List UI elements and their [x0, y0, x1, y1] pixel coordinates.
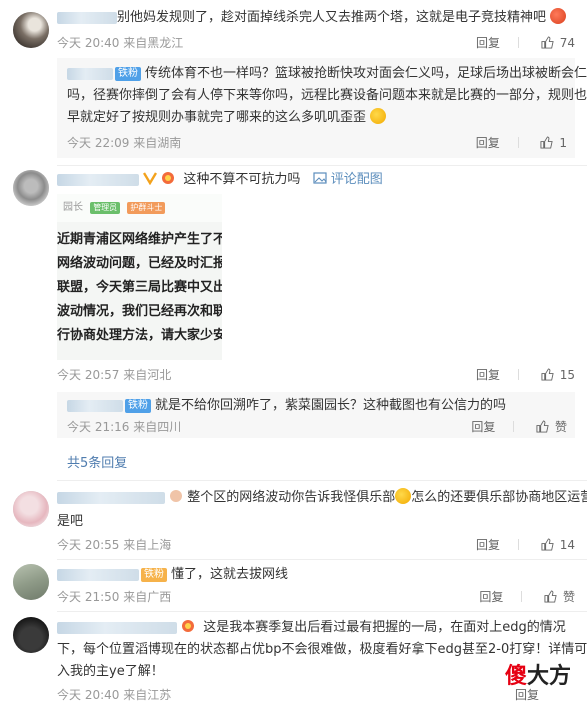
- reply-button[interactable]: 回复: [476, 34, 500, 51]
- comment-meta: 今天 20:55 来自上海: [57, 538, 172, 552]
- comment-actions: 回复 14: [458, 536, 575, 553]
- like-label: 赞: [562, 590, 575, 604]
- reply-button[interactable]: 回复: [479, 588, 503, 605]
- like-button[interactable]: 1: [540, 136, 567, 150]
- comment-body: 这是我本赛季复出后看过最有把握的一局，在面对上edg的情况: [57, 618, 566, 638]
- comment-image[interactable]: 园长 管理员 护群斗士 近期青浦区网络维护产生了不 网络波动问题，已经及时汇报给…: [57, 194, 222, 360]
- fan-badge: 铁粉: [141, 568, 167, 582]
- like-button[interactable]: 15: [541, 368, 575, 382]
- divider: [57, 165, 587, 166]
- divider: [57, 611, 587, 612]
- comment-body: 这种不算不可抗力吗 评论配图: [57, 170, 383, 190]
- comment-body: 铁粉 懂了，这就去拔网线: [57, 565, 288, 585]
- like-count: 15: [559, 367, 575, 382]
- reply-thread: 铁粉 就是不给你回溯咋了，紫菜園园长？这种截图也有公信力的吗 今天 21:16 来…: [57, 392, 575, 438]
- fan-medal-icon: [162, 172, 175, 184]
- comment-body: 整个区的网络波动你告诉我怪俱乐部 怎么的还要俱乐部协商地区运营商: [57, 488, 587, 508]
- comment-meta: 今天 20:40 来自江苏: [57, 688, 172, 702]
- divider: [517, 369, 519, 380]
- like-button[interactable]: 14: [541, 538, 575, 552]
- fan-badge: 铁粉: [115, 67, 141, 81]
- comment-actions: 回复 15: [458, 366, 575, 383]
- emoji-icon: [550, 8, 567, 24]
- emoji-icon: [395, 488, 412, 504]
- fan-medal-icon: [170, 490, 183, 502]
- reply-actions: 回复 1: [458, 134, 567, 151]
- like-count: 74: [559, 35, 575, 50]
- like-button[interactable]: 赞: [544, 588, 575, 605]
- username-blurred[interactable]: [57, 11, 117, 24]
- thumbs-up-icon: [541, 35, 554, 49]
- view-image-link[interactable]: 评论配图: [331, 172, 383, 187]
- avatar[interactable]: [13, 491, 49, 527]
- like-count: 1: [559, 135, 567, 150]
- fan-badge: 铁粉: [125, 399, 151, 413]
- image-text: 近期青浦区网络维护产生了不 网络波动问题，已经及时汇报给 联盟，今天第三局比赛中…: [57, 232, 222, 343]
- tag: 管理员: [90, 202, 121, 214]
- username-blurred[interactable]: [57, 621, 177, 634]
- username-blurred[interactable]: [67, 67, 113, 80]
- username-blurred[interactable]: [57, 173, 139, 186]
- username-blurred[interactable]: [57, 491, 165, 504]
- divider: [57, 480, 587, 481]
- fan-medal-icon: [182, 620, 195, 632]
- username-blurred[interactable]: [67, 399, 123, 412]
- reply-meta: 今天 22:09 来自湖南: [67, 136, 182, 150]
- vip-icon: [143, 172, 158, 185]
- thumbs-up-icon: [544, 590, 557, 603]
- thumbs-up-icon: [536, 420, 549, 433]
- divider: [521, 591, 523, 602]
- image-icon: [312, 172, 327, 184]
- divider: [513, 421, 515, 432]
- avatar[interactable]: [13, 12, 49, 48]
- watermark: 傻大方: [504, 664, 571, 689]
- comment-meta: 今天 20:57 来自河北: [57, 368, 172, 382]
- comment-actions: 回复 赞: [461, 588, 575, 605]
- username-blurred[interactable]: [57, 568, 139, 581]
- divider: [517, 37, 519, 48]
- reply-button[interactable]: 回复: [476, 366, 500, 383]
- comment-body: 别他妈发规则了，趁对面掉线杀完人又去推两个塔，这就是电子竞技精神吧: [57, 8, 567, 28]
- avatar[interactable]: [13, 170, 49, 206]
- more-replies-link[interactable]: 共5条回复: [67, 452, 127, 471]
- comment-body-line: 是吧: [57, 514, 84, 529]
- reply-meta: 今天 21:16 来自四川: [67, 420, 182, 434]
- comment-feed: 别他妈发规则了，趁对面掉线杀完人又去推两个塔，这就是电子竞技精神吧 今天 20:…: [0, 0, 587, 714]
- reply-actions: 回复 赞: [453, 418, 567, 435]
- emoji-icon: [370, 108, 387, 124]
- divider: [517, 539, 519, 550]
- reply-button[interactable]: 回复: [476, 536, 500, 553]
- reply-button[interactable]: 回复: [476, 134, 500, 151]
- avatar[interactable]: [13, 617, 49, 653]
- thumbs-up-icon: [541, 367, 554, 381]
- like-button[interactable]: 74: [541, 36, 575, 50]
- thumbs-up-icon: [541, 537, 554, 551]
- comment-actions: 回复 74: [458, 34, 575, 51]
- reply-button[interactable]: 回复: [471, 418, 495, 435]
- divider: [57, 559, 587, 560]
- image-header: 园长 管理员 护群斗士: [57, 194, 222, 222]
- like-count: 14: [559, 537, 575, 552]
- comment-body-line: 下，每个位置滔博现在的状态都占优bp不会很难做，极度看好拿下edg甚至2-0打穿…: [57, 642, 587, 657]
- reply-line: 吗，径赛你摔倒了会有人停下来等你吗，远程比赛设备问题本来就是比赛的一部分，规则也…: [67, 88, 587, 103]
- reply-line: 铁粉 传统体育不也一样吗？篮球被抢断快攻对面会仁义吗，足球后场出球被断会仁义: [67, 64, 587, 84]
- reply-thread: 铁粉 传统体育不也一样吗？篮球被抢断快攻对面会仁义吗，足球后场出球被断会仁义 吗，…: [57, 58, 587, 158]
- like-button[interactable]: 赞: [536, 418, 567, 435]
- divider: [517, 137, 519, 148]
- like-label: 赞: [554, 420, 567, 434]
- comment-body-line: 入我的主ye了解！: [57, 664, 164, 679]
- tag: 护群斗士: [127, 202, 166, 214]
- reply-line: 铁粉 就是不给你回溯咋了，紫菜園园长？这种截图也有公信力的吗: [67, 396, 506, 416]
- reply-line: 早就定好了按规则办事就完了哪来的这么多叽叽歪歪: [67, 108, 387, 128]
- avatar[interactable]: [13, 564, 49, 600]
- comment-meta: 今天 20:40 来自黑龙江: [57, 36, 184, 50]
- thumbs-up-icon: [540, 135, 554, 149]
- comment-meta: 今天 21:50 来自广西: [57, 590, 172, 604]
